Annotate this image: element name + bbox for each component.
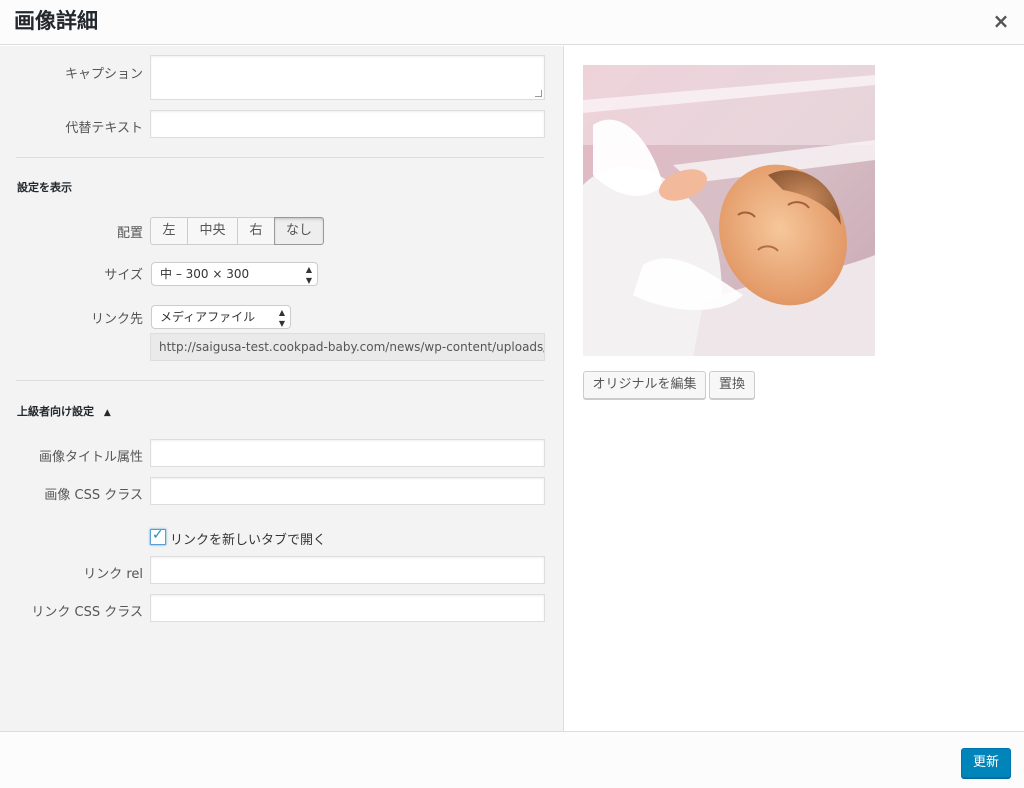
new-tab-label[interactable]: リンクを新しいタブで開く — [170, 529, 326, 548]
image-css-class-input[interactable] — [150, 477, 545, 505]
display-settings-heading: 設定を表示 — [17, 181, 72, 194]
edit-original-button[interactable]: オリジナルを編集 — [583, 371, 706, 399]
link-url-field[interactable]: http://saigusa-test.cookpad-baby.com/new… — [150, 333, 545, 361]
title-attr-input[interactable] — [150, 439, 545, 467]
link-rel-label: リンク rel — [83, 567, 143, 582]
caption-label: キャプション — [64, 67, 143, 82]
size-select-value: 中 – 300 × 300 — [160, 267, 250, 281]
align-label: 配置 — [116, 226, 143, 241]
dialog-header: 画像詳細 × — [0, 0, 1024, 45]
caption-textarea[interactable] — [150, 55, 545, 100]
new-tab-checkbox[interactable]: ✓ — [150, 527, 166, 545]
size-select[interactable]: 中 – 300 × 300 ▲ ▼ — [151, 262, 318, 286]
align-none-button[interactable]: なし — [274, 217, 324, 245]
baby-photo-image — [583, 65, 875, 356]
link-css-class-input[interactable] — [150, 594, 545, 622]
close-icon[interactable]: × — [990, 10, 1012, 32]
triangle-up-icon: ▲ — [103, 408, 111, 418]
alt-text-input[interactable] — [150, 110, 545, 138]
resize-grip-icon[interactable] — [535, 90, 542, 97]
settings-pane: キャプション 代替テキスト 設定を表示 配置 左 中央 右 なし サイズ 中 –… — [0, 46, 564, 731]
align-center-button[interactable]: 中央 — [187, 217, 238, 245]
align-button-group: 左 中央 右 なし — [150, 217, 324, 245]
link-rel-input[interactable] — [150, 556, 545, 584]
advanced-settings-heading[interactable]: 上級者向け設定 ▲ — [17, 403, 111, 419]
align-left-button[interactable]: 左 — [150, 217, 188, 245]
dialog-footer: 更新 — [0, 731, 1024, 788]
link-to-select-value: メディアファイル — [160, 310, 256, 324]
divider — [16, 380, 544, 381]
select-arrows-icon: ▲ ▼ — [278, 308, 285, 328]
align-right-button[interactable]: 右 — [237, 217, 275, 245]
image-preview — [583, 65, 875, 356]
replace-button[interactable]: 置換 — [709, 371, 755, 399]
advanced-settings-label: 上級者向け設定 — [17, 405, 94, 418]
size-label: サイズ — [104, 268, 143, 283]
link-to-label: リンク先 — [90, 312, 143, 327]
link-css-class-label: リンク CSS クラス — [31, 605, 143, 620]
link-to-select[interactable]: メディアファイル ▲ ▼ — [151, 305, 291, 329]
image-css-class-label: 画像 CSS クラス — [44, 488, 143, 503]
alt-text-label: 代替テキスト — [65, 121, 143, 136]
select-arrows-icon: ▲ ▼ — [305, 265, 312, 285]
divider — [16, 157, 544, 158]
title-attr-label: 画像タイトル属性 — [38, 450, 143, 465]
dialog-title: 画像詳細 — [14, 9, 98, 33]
preview-pane: オリジナルを編集 置換 — [564, 46, 1024, 731]
checkmark-icon: ✓ — [152, 527, 164, 543]
update-button[interactable]: 更新 — [961, 748, 1011, 778]
